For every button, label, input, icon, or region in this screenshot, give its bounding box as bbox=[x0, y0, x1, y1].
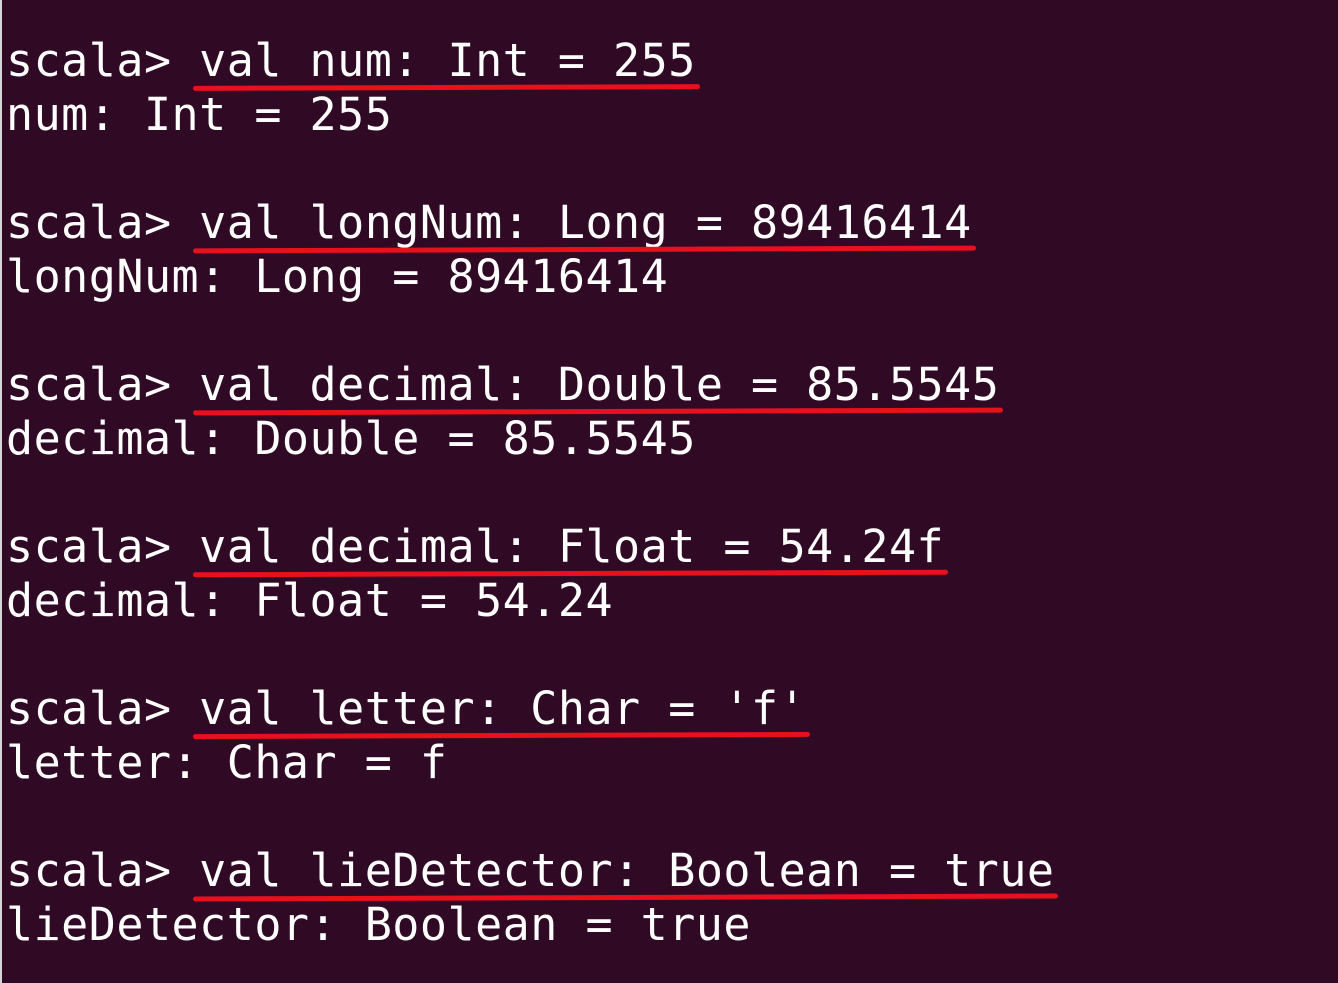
command-underlined: val decimal: Float = 54.24f bbox=[199, 520, 945, 573]
output-line-3: decimal: Double = 85.5545 bbox=[6, 412, 696, 465]
prompt-line-3: scala> val decimal: Double = 85.5545 bbox=[6, 358, 999, 412]
command-underlined: val longNum: Long = 89416414 bbox=[199, 196, 972, 249]
prompt-line-2: scala> val longNum: Long = 89416414 bbox=[6, 196, 972, 250]
command-underlined: val lieDetector: Boolean = true bbox=[199, 844, 1055, 897]
output-line-2: longNum: Long = 89416414 bbox=[6, 250, 669, 303]
prompt: scala> bbox=[6, 358, 200, 411]
prompt: scala> bbox=[6, 34, 200, 87]
prompt-line-4: scala> val decimal: Float = 54.24f bbox=[6, 520, 944, 574]
command-underlined: val letter: Char = 'f' bbox=[199, 682, 807, 735]
output-line-6: lieDetector: Boolean = true bbox=[6, 898, 751, 951]
output-line-4: decimal: Float = 54.24 bbox=[6, 574, 614, 627]
prompt: scala> bbox=[6, 196, 200, 249]
prompt: scala> bbox=[6, 520, 200, 573]
terminal-output[interactable]: scala> val num: Int = 255 num: Int = 255… bbox=[6, 0, 1336, 983]
window-edge bbox=[0, 0, 2, 983]
command-underlined: val num: Int = 255 bbox=[199, 34, 696, 87]
output-line-5: letter: Char = f bbox=[6, 736, 448, 789]
prompt: scala> bbox=[6, 682, 200, 735]
prompt-line-5: scala> val letter: Char = 'f' bbox=[6, 682, 806, 736]
output-line-1: num: Int = 255 bbox=[6, 88, 393, 141]
command-underlined: val decimal: Double = 85.5545 bbox=[199, 358, 1000, 411]
prompt-line-6: scala> val lieDetector: Boolean = true bbox=[6, 844, 1055, 898]
prompt-line-1: scala> val num: Int = 255 bbox=[6, 34, 696, 88]
prompt: scala> bbox=[6, 844, 200, 897]
